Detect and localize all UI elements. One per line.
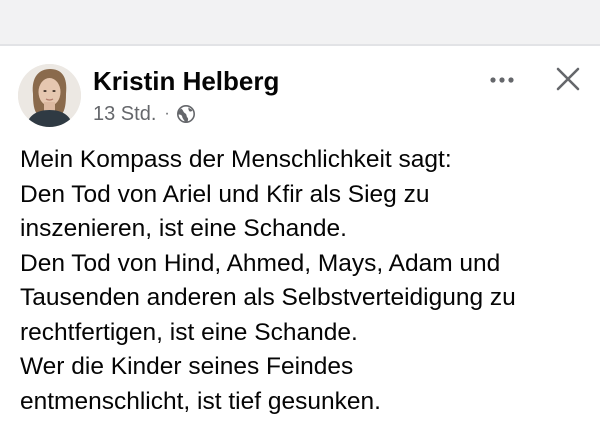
post-text-line: Mein Kompass der Menschlichkeit sagt: (20, 146, 452, 173)
post-text-line: entmenschlicht, ist tief gesunken. (20, 387, 381, 415)
top-band (0, 0, 600, 44)
post-text-line: Tausenden anderen als Selbstverteidigung… (20, 284, 516, 311)
close-icon (556, 67, 580, 91)
post-text-line: rechtfertigen, ist eine Schande. (20, 318, 358, 346)
post-text-line: inszenieren, ist eine Schande. (20, 215, 347, 242)
post-text-line: Den Tod von Hind, Ahmed, Mays, Adam und (20, 249, 501, 277)
author-name[interactable]: Kristin Helberg (93, 65, 279, 97)
avatar[interactable] (18, 64, 81, 127)
timestamp[interactable]: 13 Std. (93, 103, 156, 126)
close-button[interactable] (553, 64, 583, 94)
post-text-line: Den Tod von Ariel und Kfir als Sieg zu (20, 180, 430, 208)
more-options-button[interactable] (484, 66, 520, 94)
meta-separator: · (164, 105, 170, 122)
more-horizontal-icon (490, 77, 514, 83)
avatar-image (18, 64, 81, 127)
post-card: Kristin Helberg 13 Std. · Mein Kompass d… (0, 46, 600, 433)
post-meta: 13 Std. · (93, 102, 196, 126)
globe-icon (176, 104, 196, 124)
post-text-line: Wer die Kinder seines Feindes (20, 353, 354, 380)
post-text: Mein Kompass der Menschlichkeit sagt: De… (20, 143, 590, 419)
